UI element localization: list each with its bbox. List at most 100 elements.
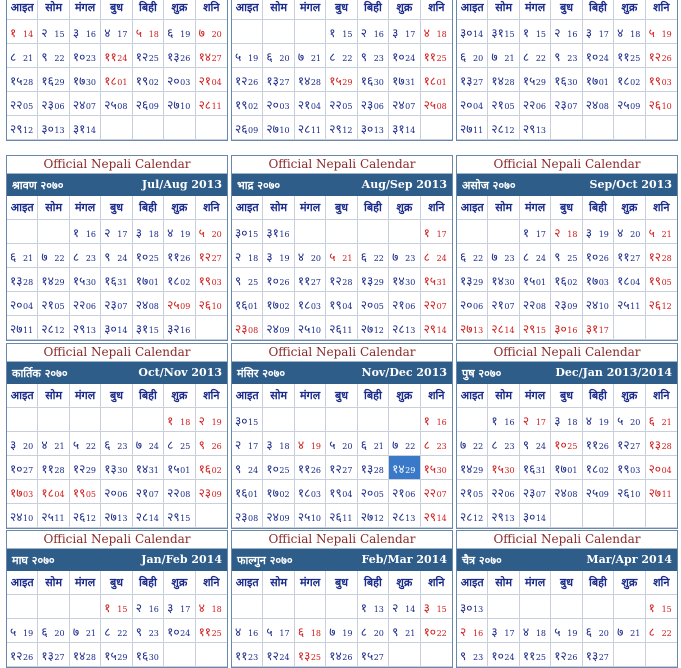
- day-cell[interactable]: ५ 21: [645, 220, 677, 244]
- day-cell[interactable]: १६ 31: [519, 456, 552, 480]
- day-cell[interactable]: ११ 25: [195, 619, 227, 643]
- day-cell[interactable]: ७ 21: [488, 44, 520, 68]
- day-cell[interactable]: १८ 03: [294, 292, 327, 316]
- day-cell[interactable]: ४ 16: [232, 619, 264, 643]
- day-cell[interactable]: १९ 03: [614, 456, 646, 480]
- day-cell[interactable]: २७ 12: [357, 316, 390, 340]
- day-cell[interactable]: २३ 08: [232, 316, 264, 340]
- day-cell[interactable]: ८ 24: [519, 244, 552, 268]
- day-cell[interactable]: ३ 17: [488, 619, 520, 643]
- day-cell[interactable]: १४ 28: [294, 68, 327, 92]
- day-cell[interactable]: १५ 29: [101, 643, 133, 667]
- day-cell[interactable]: ५ 20: [326, 432, 358, 456]
- day-cell[interactable]: ३० 14: [101, 316, 133, 340]
- day-cell[interactable]: ७ 19: [326, 619, 358, 643]
- day-cell[interactable]: ६ 22: [357, 244, 390, 268]
- day-cell[interactable]: ३१ 14: [389, 116, 421, 140]
- day-cell[interactable]: १ 17: [420, 220, 452, 244]
- day-cell[interactable]: १ 16: [420, 408, 452, 432]
- day-cell[interactable]: १५ 30: [488, 456, 520, 480]
- day-cell[interactable]: ३० 14: [457, 20, 489, 44]
- day-cell[interactable]: २८ 12: [38, 316, 70, 340]
- day-cell[interactable]: ३ 17: [582, 20, 615, 44]
- day-cell[interactable]: २० 04: [645, 456, 677, 480]
- day-cell[interactable]: २३ 06: [38, 92, 70, 116]
- day-cell[interactable]: ४ 18: [614, 20, 646, 44]
- day-cell[interactable]: १६ 29: [38, 68, 70, 92]
- day-cell[interactable]: २८ 13: [389, 316, 421, 340]
- day-cell[interactable]: ७ 22: [389, 432, 421, 456]
- day-cell[interactable]: २८ 14: [132, 504, 165, 528]
- day-cell[interactable]: २० 04: [457, 92, 489, 116]
- day-cell[interactable]: २२ 06: [69, 292, 102, 316]
- day-cell[interactable]: २३ 08: [232, 504, 264, 528]
- day-cell[interactable]: २१ 05: [488, 92, 520, 116]
- day-cell[interactable]: २ 14: [389, 595, 421, 619]
- day-cell[interactable]: ३१ 17: [582, 316, 615, 340]
- day-cell[interactable]: २५ 09: [582, 480, 615, 504]
- day-cell[interactable]: २ 16: [132, 595, 165, 619]
- day-cell[interactable]: १० 24: [164, 619, 196, 643]
- day-cell[interactable]: २४ 07: [69, 92, 102, 116]
- day-cell[interactable]: ९ 25: [551, 244, 583, 268]
- day-cell[interactable]: १० 25: [551, 432, 583, 456]
- day-cell[interactable]: १ 18: [164, 408, 196, 432]
- day-cell[interactable]: ५ 19: [7, 619, 39, 643]
- day-cell[interactable]: ७ 22: [457, 432, 489, 456]
- day-cell[interactable]: २८ 12: [488, 116, 520, 140]
- day-cell[interactable]: १४ 30: [488, 268, 520, 292]
- day-cell[interactable]: ८ 21: [7, 44, 39, 68]
- day-cell[interactable]: ११ 26: [294, 456, 327, 480]
- day-cell[interactable]: १२ 26: [551, 643, 583, 667]
- day-cell[interactable]: १० 23: [69, 44, 102, 68]
- day-cell[interactable]: ११ 25: [519, 643, 552, 667]
- day-cell[interactable]: २१ 04: [294, 92, 327, 116]
- day-cell[interactable]: २५ 11: [38, 504, 70, 528]
- day-cell[interactable]: २० 03: [263, 92, 295, 116]
- day-cell[interactable]: २६ 09: [132, 92, 165, 116]
- day-cell[interactable]: २३ 06: [357, 92, 390, 116]
- day-cell[interactable]: १६ 31: [101, 268, 133, 292]
- day-cell[interactable]: १२ 24: [263, 643, 295, 667]
- day-cell[interactable]: १५ 30: [69, 268, 102, 292]
- day-cell[interactable]: १० 24: [488, 643, 520, 667]
- day-cell[interactable]: ११ 25: [614, 44, 646, 68]
- day-cell[interactable]: ३१ 15: [132, 316, 165, 340]
- day-cell[interactable]: २३ 07: [551, 92, 583, 116]
- day-cell[interactable]: २८ 11: [195, 92, 227, 116]
- day-cell[interactable]: ३ 19: [263, 244, 295, 268]
- day-cell[interactable]: १९ 03: [645, 68, 677, 92]
- day-cell[interactable]: ३ 15: [420, 595, 452, 619]
- day-cell[interactable]: २१ 06: [389, 480, 421, 504]
- day-cell[interactable]: ३ 18: [263, 432, 295, 456]
- day-cell[interactable]: २४ 10: [7, 504, 39, 528]
- day-cell[interactable]: १९ 02: [132, 68, 165, 92]
- day-cell[interactable]: २९ 13: [69, 316, 102, 340]
- day-cell[interactable]: २६ 09: [232, 116, 264, 140]
- day-cell[interactable]: ८ 25: [164, 432, 196, 456]
- day-cell[interactable]: १७ 02: [263, 292, 295, 316]
- day-cell[interactable]: १३ 28: [645, 432, 677, 456]
- day-cell[interactable]: ११ 26: [164, 244, 196, 268]
- day-cell[interactable]: ८ 22: [101, 619, 133, 643]
- day-cell[interactable]: १८ 04: [38, 480, 70, 504]
- day-cell[interactable]: ९ 24: [232, 456, 264, 480]
- day-cell[interactable]: २३ 09: [551, 292, 583, 316]
- day-cell[interactable]: २५ 11: [614, 292, 646, 316]
- day-cell[interactable]: ३० 14: [519, 504, 552, 528]
- day-cell[interactable]: ६ 18: [294, 619, 327, 643]
- day-cell[interactable]: २६ 12: [645, 292, 677, 316]
- day-cell[interactable]: ७ 24: [132, 432, 165, 456]
- day-cell[interactable]: १४ 31: [132, 456, 165, 480]
- day-cell[interactable]: ३२ 16: [164, 316, 196, 340]
- day-cell[interactable]: २६ 10: [195, 292, 227, 316]
- day-cell[interactable]: ४ 17: [101, 20, 133, 44]
- day-cell[interactable]: ३ 18: [132, 220, 165, 244]
- day-cell[interactable]: २३ 07: [519, 480, 552, 504]
- day-cell[interactable]: ३० 16: [551, 316, 583, 340]
- day-cell[interactable]: ९ 24: [101, 244, 133, 268]
- day-cell[interactable]: २६ 10: [614, 480, 646, 504]
- day-cell[interactable]: २२ 06: [519, 92, 552, 116]
- day-cell[interactable]: १४ 28: [69, 643, 102, 667]
- day-cell[interactable]: ६ 23: [101, 432, 133, 456]
